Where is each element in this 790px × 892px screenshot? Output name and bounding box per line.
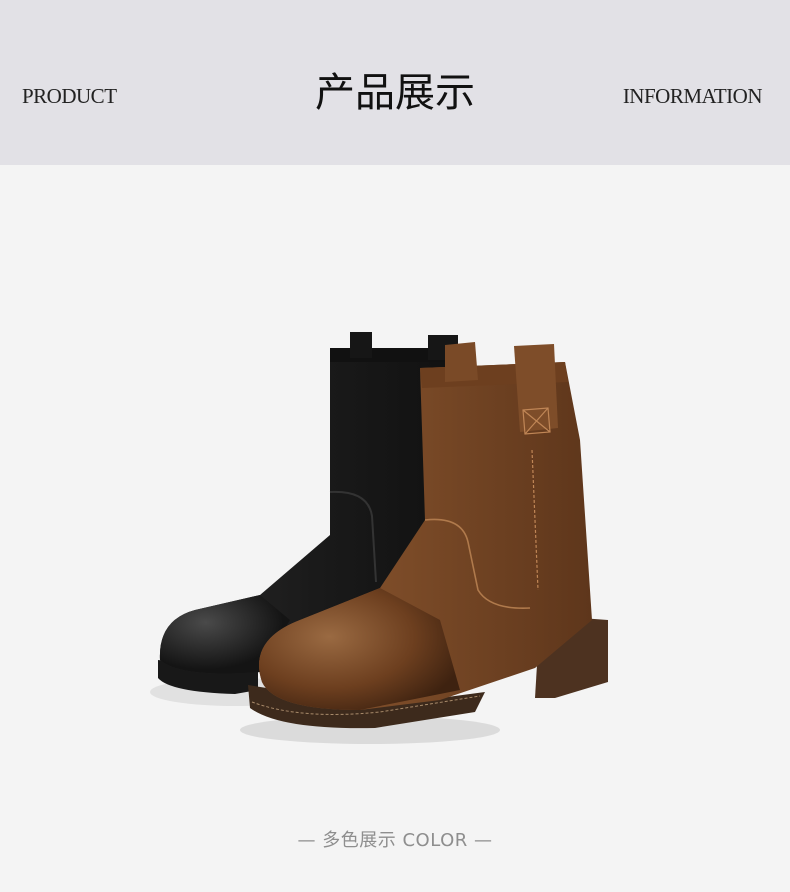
header-banner: PRODUCT 产品展示 INFORMATION [0, 0, 790, 165]
brown-boot [240, 342, 608, 744]
header-right-label: INFORMATION [622, 84, 763, 108]
color-caption: — 多色展示 COLOR — [297, 830, 493, 851]
product-image-boots [150, 332, 608, 744]
